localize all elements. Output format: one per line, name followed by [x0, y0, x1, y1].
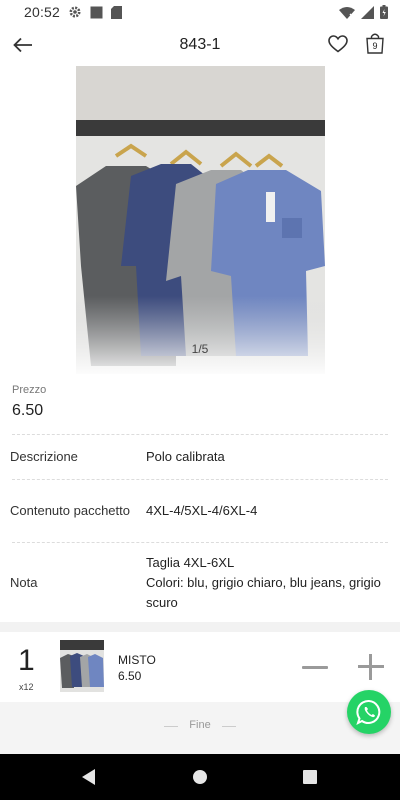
cart-count: 9: [372, 41, 378, 51]
sd-card-icon: [111, 5, 123, 19]
status-bar: 20:52: [0, 0, 400, 24]
heart-icon: [328, 35, 348, 53]
cart-row: 1 x12 MISTO 6.50: [0, 632, 400, 702]
signal-icon: [361, 5, 374, 19]
variant-price: 6.50: [118, 669, 142, 683]
detail-row-package: Contenuto pacchetto 4XL-4/5XL-4/6XL-4: [0, 480, 400, 542]
detail-label: Descrizione: [10, 449, 78, 464]
status-time: 20:52: [24, 4, 61, 20]
arrow-left-icon: [13, 37, 32, 53]
end-of-list: Fine: [0, 702, 400, 754]
wifi-icon: [339, 6, 355, 19]
battery-icon: [380, 5, 388, 19]
price-value: 6.50: [12, 402, 44, 419]
increase-quantity-button[interactable]: [356, 652, 386, 682]
nav-home-icon[interactable]: [193, 770, 207, 784]
cart-button[interactable]: 9: [364, 32, 386, 56]
note-line: Colori: blu, grigio chiaro, blu jeans, g…: [146, 575, 381, 610]
end-of-list-text: Fine: [189, 719, 211, 731]
product-info: Prezzo 6.50 Descrizione Polo calibrata C…: [0, 374, 400, 623]
section-separator: [0, 622, 400, 632]
detail-value: Polo calibrata: [146, 449, 225, 464]
detail-value: Taglia 4XL-6XL Colori: blu, grigio chiar…: [146, 553, 390, 613]
note-line: Taglia 4XL-6XL: [146, 555, 235, 570]
product-gallery[interactable]: 1/5: [0, 66, 400, 374]
nav-back-icon[interactable]: [80, 768, 98, 786]
detail-value: 4XL-4/5XL-4/6XL-4: [146, 503, 258, 518]
back-button[interactable]: [10, 32, 36, 58]
detail-label: Nota: [10, 575, 38, 590]
price-block: Prezzo 6.50: [0, 374, 400, 434]
detail-label: Contenuto pacchetto: [10, 503, 130, 518]
square-icon: [90, 6, 103, 19]
decrease-quantity-button[interactable]: [300, 656, 330, 678]
variant-name: MISTO: [118, 653, 156, 667]
detail-row-description: Descrizione Polo calibrata: [0, 435, 400, 479]
gallery-page-indicator: 1/5: [191, 342, 209, 356]
system-nav-bar: [0, 754, 400, 800]
variant-thumbnail[interactable]: [60, 640, 104, 692]
whatsapp-button[interactable]: [347, 690, 391, 734]
detail-row-note: Nota Taglia 4XL-6XL Colori: blu, grigio …: [0, 543, 400, 623]
price-label: Prezzo: [12, 384, 47, 396]
quantity-value: 1: [18, 644, 35, 677]
whatsapp-icon: [356, 700, 381, 725]
divider: [222, 726, 236, 727]
nav-recents-icon[interactable]: [303, 770, 317, 784]
gear-icon: [68, 5, 82, 19]
favorite-button[interactable]: [326, 32, 350, 56]
product-photo[interactable]: [76, 66, 325, 374]
quantity-multiplier: x12: [19, 682, 34, 692]
app-bar: 843-1 9: [0, 24, 400, 66]
